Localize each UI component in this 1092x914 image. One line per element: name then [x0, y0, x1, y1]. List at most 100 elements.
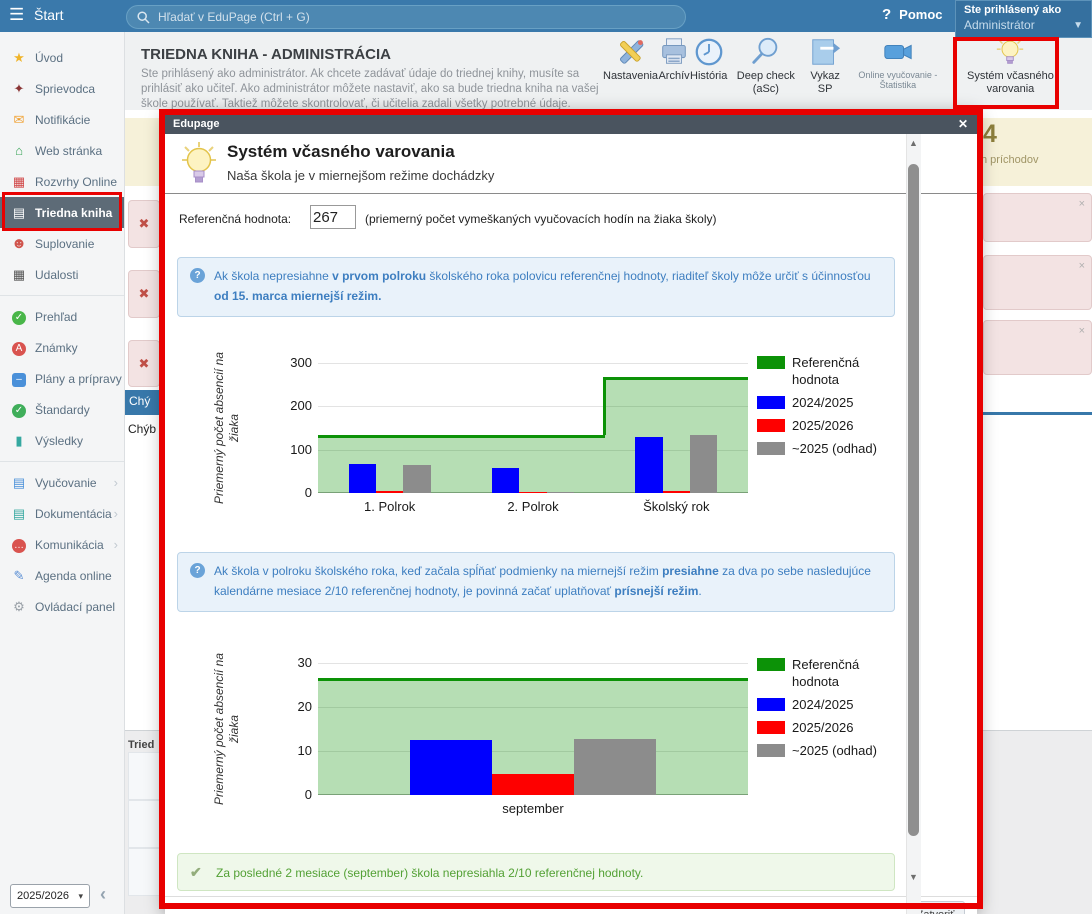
- reference-value-input[interactable]: [310, 205, 356, 229]
- sidebar: ★Úvod ✦Sprievodca ✉Notifikácie ⌂Web strá…: [0, 32, 125, 914]
- person-icon: ☻: [10, 235, 28, 252]
- modal-window-title: Edupage: [173, 118, 219, 130]
- attendance-caption: h príchodov: [981, 154, 1038, 166]
- toolbar-item-historia[interactable]: História: [690, 36, 727, 108]
- video-camera-icon: [882, 36, 914, 68]
- sidebar-item-label: Agenda online: [35, 569, 112, 583]
- sidebar-item-notifikacie[interactable]: ✉Notifikácie: [0, 104, 124, 135]
- hamburger-menu-icon[interactable]: ☰: [9, 5, 24, 25]
- error-x-icon: ✖: [139, 286, 150, 302]
- text-segment: v prvom polroku: [332, 269, 426, 283]
- sidebar-item-ovladaci-panel[interactable]: ⚙Ovládací panel: [0, 591, 124, 622]
- sidebar-item-plany-a-pripravy[interactable]: –Plány a prípravy: [0, 363, 124, 394]
- x-tick-label: 1. Polrok: [318, 499, 461, 514]
- sidebar-item-label: Rozvrhy Online: [35, 175, 117, 189]
- scroll-up-icon[interactable]: ▲: [909, 138, 918, 148]
- reference-value-label: Referenčná hodnota:: [179, 212, 291, 226]
- briefcase-icon: –: [10, 370, 28, 387]
- classbook-icon: ▤: [10, 205, 28, 221]
- sidebar-item-znamky[interactable]: AZnámky: [0, 332, 124, 363]
- sidebar-item-web-stranka[interactable]: ⌂Web stránka: [0, 135, 124, 166]
- sidebar-item-vysledky[interactable]: ▮Výsledky: [0, 425, 124, 456]
- sidebar-item-uvod[interactable]: ★Úvod: [0, 42, 124, 73]
- close-icon[interactable]: ✕: [958, 117, 968, 131]
- info-box-stricter-regime: ? Ak škola v polroku školského roka, keď…: [177, 552, 895, 612]
- sidebar-item-sprievodca[interactable]: ✦Sprievodca: [0, 73, 124, 104]
- sidebar-item-suplovanie[interactable]: ☻ Suplovanie: [0, 228, 124, 259]
- sidebar-item-dokumentacia[interactable]: ▤Dokumentácia›: [0, 498, 124, 529]
- info-text: Ak škola v polroku školského roka, keď z…: [214, 562, 880, 602]
- sidebar-item-triedna-kniha[interactable]: ▤Triedna kniha: [0, 197, 124, 228]
- lightbulb-icon: [994, 36, 1026, 68]
- pen-icon: ✎: [10, 568, 28, 584]
- collapse-sidebar-icon[interactable]: ‹: [100, 884, 106, 905]
- close-icon[interactable]: ×: [1079, 260, 1085, 272]
- text-segment: Ak škola nepresiahne: [214, 269, 332, 283]
- text-segment: od 15. marca miernejší režim.: [214, 289, 381, 303]
- account-switcher[interactable]: Ste prihlásený ako Administrátor ▼: [955, 0, 1092, 38]
- sidebar-item-udalosti[interactable]: ▦Udalosti: [0, 259, 124, 290]
- success-text: Za posledné 2 mesiace (september) škola …: [216, 866, 643, 880]
- legend-label: Referenčná hodnota: [792, 355, 902, 389]
- chevron-down-icon: ▾: [78, 891, 83, 902]
- scrollbar-thumb[interactable]: [908, 164, 919, 836]
- calendar-icon: ▦: [10, 267, 28, 283]
- scroll-down-icon[interactable]: ▼: [909, 872, 918, 882]
- toolbar-item-nastavenia[interactable]: Nastavenia: [603, 36, 658, 108]
- tab-chybajuce[interactable]: Chý: [125, 390, 163, 412]
- start-menu-label[interactable]: Štart: [34, 7, 64, 23]
- sidebar-item-standardy[interactable]: ✓Štandardy: [0, 394, 124, 425]
- search-input[interactable]: Hľadať v EduPage (Ctrl + G): [126, 5, 686, 29]
- reference-area: [605, 377, 748, 493]
- modal-title: Systém včasného varovania: [227, 142, 455, 162]
- sidebar-item-komunikacia[interactable]: …Komunikácia›: [0, 529, 124, 560]
- sidebar-item-rozvrhy-online[interactable]: ▦Rozvrhy Online: [0, 166, 124, 197]
- star-icon: ★: [10, 50, 28, 66]
- toolbar-item-label: Online vyučovanie - Štatistika: [846, 70, 950, 91]
- toolbar-item-vykaz-sp[interactable]: Vykaz SP: [804, 36, 846, 108]
- sidebar-item-label: Suplovanie: [35, 237, 94, 251]
- export-arrow-icon: [809, 36, 841, 68]
- y-tick-label: 0: [270, 485, 312, 500]
- chart2-y-axis-label: Priemerný počet absencií na žiaka: [212, 644, 242, 814]
- bar-chart-icon: ▮: [10, 433, 28, 449]
- early-warning-modal: Edupage ✕ Systém včasného varovania Naša…: [165, 115, 977, 914]
- grades-icon: A: [10, 339, 28, 356]
- chart2-plot-area: 0102030: [318, 663, 748, 795]
- reference-area: [318, 435, 461, 493]
- document-icon: ▤: [10, 506, 28, 522]
- toolbar-item-online-vyucovanie[interactable]: Online vyučovanie - Štatistika: [846, 36, 950, 108]
- x-tick-label: september: [318, 801, 748, 816]
- sidebar-item-prehlad[interactable]: ✓Prehľad: [0, 301, 124, 332]
- home-icon: ⌂: [10, 143, 28, 158]
- shield-icon: ✓: [10, 401, 28, 418]
- legend-swatch: [757, 658, 785, 671]
- modal-titlebar[interactable]: Edupage ✕: [165, 115, 977, 134]
- chart1-plot-area: 0100200300: [318, 363, 748, 493]
- sidebar-item-vyucovanie[interactable]: ▤Vyučovanie›: [0, 467, 124, 498]
- toolbar-item-system-vcasneho-varovania[interactable]: Systém včasného varovania: [950, 36, 1071, 108]
- sidebar-item-agenda-online[interactable]: ✎ Agenda online: [0, 560, 124, 591]
- close-icon[interactable]: ×: [1079, 198, 1085, 210]
- x-tick-label: 2. Polrok: [461, 499, 604, 514]
- top-bar: ☰ Štart Hľadať v EduPage (Ctrl + G) ?Pom…: [0, 0, 1092, 32]
- y-tick-label: 0: [270, 787, 312, 802]
- settings-tools-icon: [615, 36, 647, 68]
- y-tick-label: 30: [270, 655, 312, 670]
- chat-icon: …: [10, 536, 28, 553]
- toolbar-item-label: Archív: [658, 70, 689, 83]
- school-year-select[interactable]: 2025/2026 ▾: [10, 884, 90, 908]
- legend-swatch: [757, 396, 785, 409]
- toolbar-item-deep-check[interactable]: Deep check (aSc): [727, 36, 804, 108]
- modal-scrollbar[interactable]: ▲ ▼: [906, 134, 921, 914]
- y-tick-label: 300: [270, 355, 312, 370]
- y-tick-label: 200: [270, 398, 312, 413]
- help-label: Pomoc: [899, 7, 942, 22]
- reference-area: [461, 435, 604, 493]
- chart1-legend: Referenčná hodnota 2024/2025 2025/2026 ~…: [757, 355, 917, 463]
- toolbar-item-archiv[interactable]: Archív: [658, 36, 690, 108]
- legend-label: 2025/2026: [792, 418, 902, 435]
- help-button[interactable]: ?Pomoc: [882, 6, 943, 24]
- close-icon[interactable]: ×: [1079, 325, 1085, 337]
- legend-item: Referenčná hodnota: [757, 657, 917, 691]
